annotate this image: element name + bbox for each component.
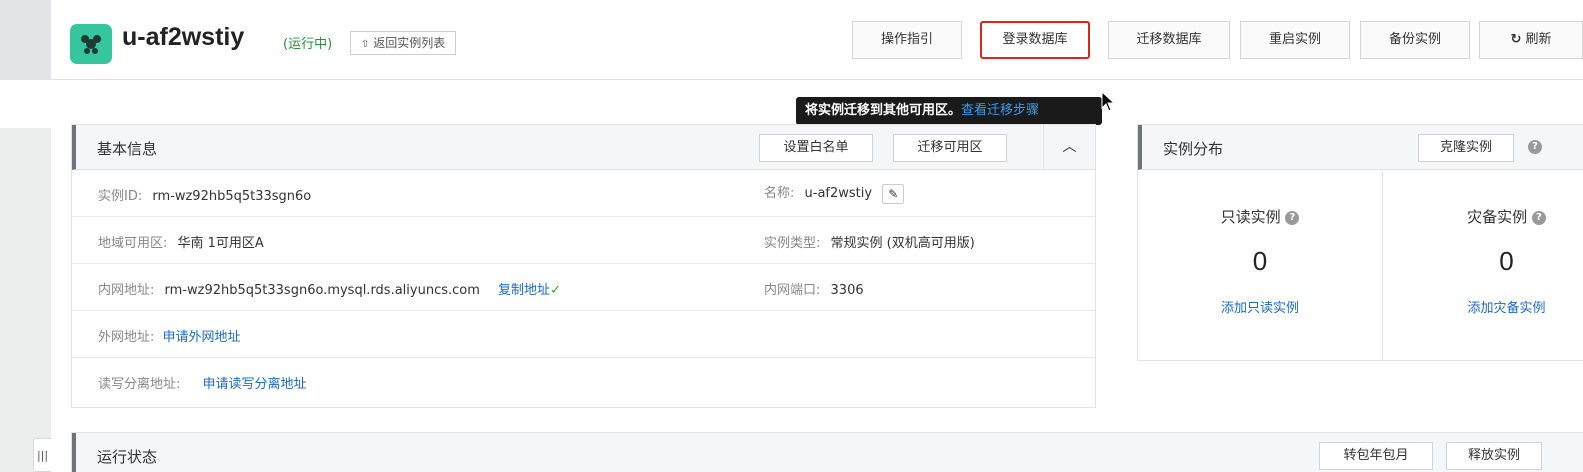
run-status-title: 运行状态 [97, 448, 158, 466]
rw-split-address-label: 读写分离地址: [98, 377, 181, 392]
intranet-address-label: 内网地址: [98, 283, 155, 298]
help-icon[interactable]: ? [1531, 210, 1546, 225]
info-row: 读写分离地址: 申请读写分离地址 [72, 358, 1095, 405]
region-label: 地域可用区: [98, 236, 168, 251]
status-badge: (运行中) [283, 37, 333, 52]
copy-address-link[interactable]: 复制地址 [498, 283, 550, 298]
add-readonly-instance-link[interactable]: 添加只读实例 [1138, 297, 1382, 316]
back-button-label: 返回实例列表 [373, 36, 446, 50]
collapse-panel-button[interactable]: ︿ [1043, 125, 1095, 169]
sidebar-collapse-handle[interactable]: ||| [33, 438, 51, 472]
arrow-up-icon: ⇧ [361, 39, 370, 50]
checkmark-icon: ✓ [550, 283, 561, 298]
distribution-header: 实例分布 克隆实例 ? [1138, 125, 1583, 170]
page-title: u-af2wstiy [122, 23, 245, 51]
info-row: 实例ID: rm-wz92hb5q5t33sgn6o 名称: u-af2wsti… [72, 170, 1095, 217]
rds-logo-icon [70, 24, 112, 64]
pencil-icon[interactable]: ✎ [882, 183, 905, 204]
view-migration-steps-link[interactable]: 查看迁移步骤 [961, 103, 1039, 118]
instance-id-label: 实例ID: [98, 189, 143, 204]
public-address-label: 外网地址: [98, 330, 155, 345]
refresh-button[interactable]: ↻ 刷新 [1479, 21, 1583, 59]
apply-public-address-link[interactable]: 申请外网地址 [163, 330, 241, 345]
instance-type-label: 实例类型: [764, 236, 821, 251]
instance-header: u-af2wstiy (运行中) ⇧ 返回实例列表 [51, 0, 1583, 80]
restart-instance-button[interactable]: 重启实例 [1240, 21, 1350, 59]
migrate-zone-button[interactable]: 迁移可用区 [893, 134, 1007, 162]
sidebar-block [0, 0, 51, 80]
dr-instance-column: 灾备实例 ? 0 添加灾备实例 [1384, 171, 1583, 361]
set-whitelist-button[interactable]: 设置白名单 [759, 134, 873, 162]
run-status-header: 运行状态 转包年包月 释放实例 [72, 433, 1583, 472]
tooltip-text: 将实例迁移到其他可用区。 [805, 103, 962, 118]
refresh-label: 刷新 [1525, 32, 1552, 47]
guide-button[interactable]: 操作指引 [852, 21, 962, 59]
info-row: 内网地址: rm-wz92hb5q5t33sgn6o.mysql.rds.ali… [72, 264, 1095, 311]
dr-instance-count: 0 [1499, 246, 1514, 276]
back-to-list-button[interactable]: ⇧ 返回实例列表 [350, 31, 457, 55]
instance-distribution-panel: 实例分布 克隆实例 ? 只读实例 ? 0 添加只读实例 灾备实例 ? 0 添加灾… [1137, 124, 1583, 361]
intranet-address-value: rm-wz92hb5q5t33sgn6o.mysql.rds.aliyuncs.… [164, 283, 480, 298]
migrate-zone-tooltip: 将实例迁移到其他可用区。查看迁移步骤 [796, 97, 1102, 131]
dr-instance-title: 灾备实例 [1467, 208, 1528, 226]
readonly-instance-title: 只读实例 [1220, 208, 1281, 226]
info-row: 外网地址: 申请外网地址 [72, 311, 1095, 358]
release-instance-button[interactable]: 释放实例 [1446, 442, 1542, 470]
help-icon[interactable]: ? [1285, 210, 1300, 225]
backup-instance-button[interactable]: 备份实例 [1360, 21, 1470, 59]
help-icon[interactable]: ? [1528, 140, 1542, 154]
readonly-instance-column: 只读实例 ? 0 添加只读实例 [1138, 171, 1383, 361]
instance-id-value: rm-wz92hb5q5t33sgn6o [152, 189, 312, 204]
basic-info-panel: 基本信息 设置白名单 迁移可用区 ︿ 实例ID: rm-wz92hb5q5t33… [71, 124, 1096, 408]
mouse-cursor-icon [1101, 91, 1116, 112]
left-sidebar [0, 0, 51, 472]
clone-instance-button[interactable]: 克隆实例 [1418, 134, 1514, 162]
info-row: 地域可用区: 华南 1可用区A 实例类型: 常规实例 (双机高可用版) [72, 217, 1095, 264]
add-dr-instance-link[interactable]: 添加灾备实例 [1384, 297, 1583, 316]
refresh-icon: ↻ [1510, 32, 1522, 47]
basic-info-header: 基本信息 设置白名单 迁移可用区 ︿ [72, 125, 1095, 170]
login-database-button[interactable]: 登录数据库 [980, 21, 1090, 59]
readonly-instance-count: 0 [1252, 246, 1268, 276]
apply-rw-split-address-link[interactable]: 申请读写分离地址 [203, 377, 307, 392]
basic-info-title: 基本信息 [97, 140, 158, 158]
migrate-database-button[interactable]: 迁移数据库 [1108, 21, 1230, 59]
distribution-title: 实例分布 [1163, 140, 1224, 158]
run-status-panel: 运行状态 转包年包月 释放实例 [71, 432, 1583, 472]
sidebar-block [0, 128, 51, 472]
instance-type-value: 常规实例 (双机高可用版) [830, 236, 975, 251]
name-label: 名称: [764, 186, 795, 201]
name-value: u-af2wstiy [804, 186, 873, 201]
region-value: 华南 1可用区A [177, 236, 264, 251]
chevron-up-icon: ︿ [1062, 139, 1077, 155]
convert-subscription-button[interactable]: 转包年包月 [1319, 442, 1433, 470]
intranet-port-value: 3306 [830, 283, 864, 298]
sidebar-gap [0, 80, 51, 128]
intranet-port-label: 内网端口: [764, 283, 821, 298]
